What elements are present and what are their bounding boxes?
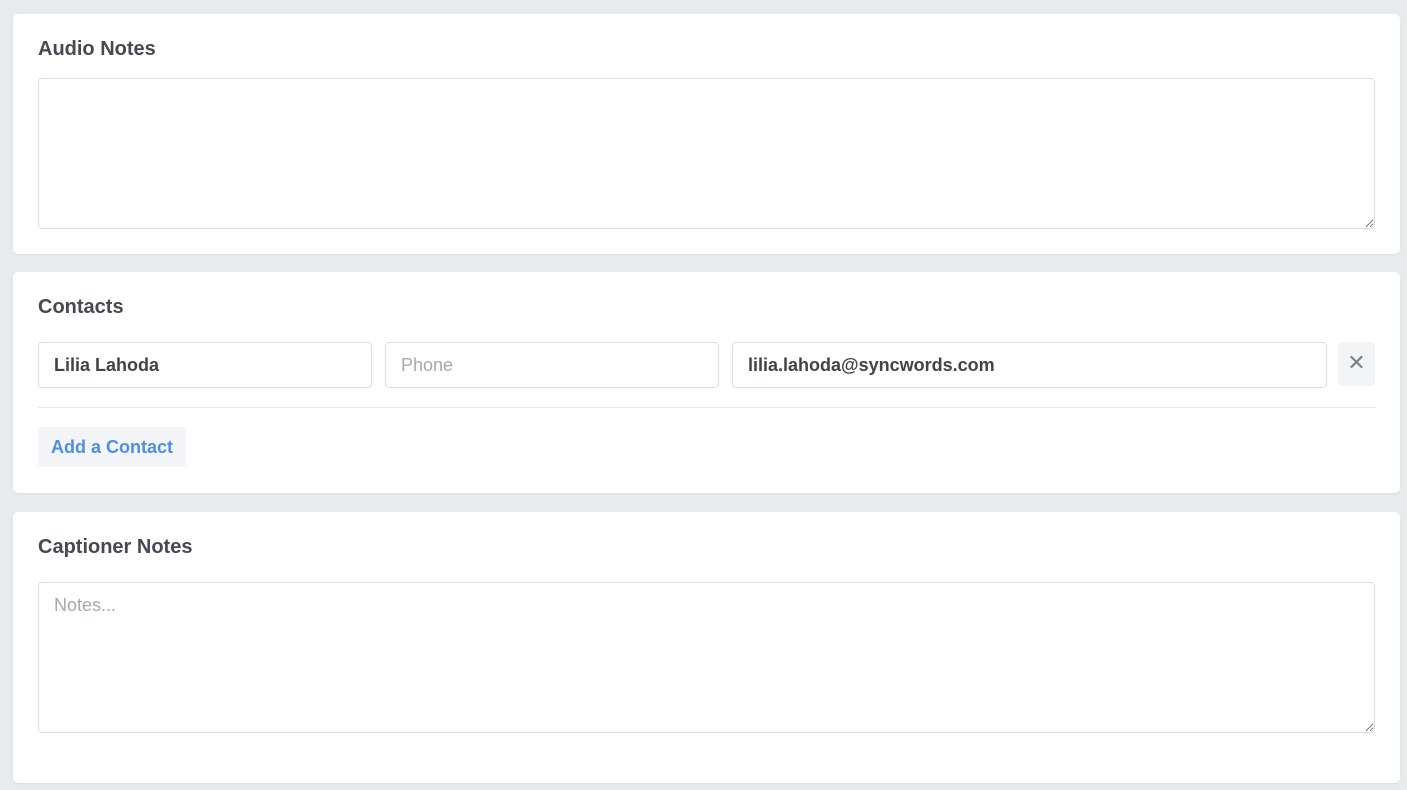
audio-notes-textarea[interactable] (38, 78, 1375, 229)
remove-contact-button[interactable]: ✕ (1338, 342, 1375, 386)
captioner-notes-card: Captioner Notes (13, 512, 1400, 783)
audio-notes-card: Audio Notes (13, 14, 1400, 254)
captioner-notes-textarea[interactable] (38, 582, 1375, 733)
contact-name-input[interactable] (38, 342, 372, 388)
add-contact-button[interactable]: Add a Contact (38, 427, 187, 467)
audio-notes-title: Audio Notes (38, 38, 156, 60)
contacts-card: Contacts ✕ Add a Contact (13, 272, 1400, 493)
contacts-title: Contacts (38, 296, 124, 318)
captioner-notes-title: Captioner Notes (38, 536, 193, 558)
close-icon: ✕ (1347, 351, 1366, 376)
contact-email-input[interactable] (732, 342, 1327, 388)
contacts-divider (38, 407, 1375, 408)
contact-phone-input[interactable] (385, 342, 719, 388)
